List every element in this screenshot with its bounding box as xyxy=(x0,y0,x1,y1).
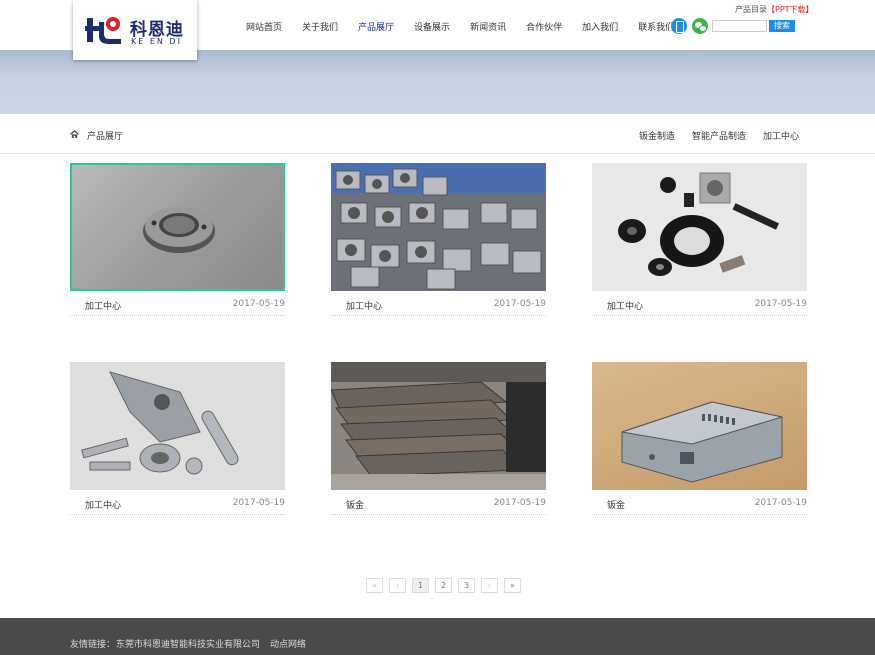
product-image[interactable] xyxy=(331,362,546,490)
nav-item-join[interactable]: 加入我们 xyxy=(572,20,628,33)
product-name[interactable]: 加工中心 xyxy=(346,299,382,312)
product-card[interactable]: 加工中心 2017-05-19 xyxy=(592,163,807,318)
product-image[interactable] xyxy=(331,163,546,291)
product-date: 2017-05-19 xyxy=(232,498,285,508)
footer-link-company[interactable]: 东莞市科恩迪智能科技实业有限公司 xyxy=(116,637,260,650)
product-card[interactable]: 钣金 2017-05-19 xyxy=(592,362,807,517)
pagination-next-button[interactable]: › xyxy=(481,578,498,593)
site-header: 科恩迪 KE EN DI 网站首页 关于我们 产品展厅 设备展示 新闻资讯 合作… xyxy=(0,0,875,60)
product-name[interactable]: 加工中心 xyxy=(85,299,121,312)
card-divider xyxy=(592,514,807,515)
pagination-first-button[interactable]: « xyxy=(366,578,383,593)
pagination: « ‹ 1 2 3 › » xyxy=(366,578,527,593)
page-title: 产品展厅 xyxy=(87,132,124,142)
sheet-metal-stack-image xyxy=(331,362,546,490)
product-date: 2017-05-19 xyxy=(493,498,546,508)
subnav-item-smart-products[interactable]: 智能产品制造 xyxy=(692,129,746,142)
home-icon[interactable] xyxy=(70,130,79,138)
subnav-item-machining[interactable]: 加工中心 xyxy=(763,129,799,142)
card-divider xyxy=(70,315,285,316)
card-divider xyxy=(592,315,807,316)
subnav-item-sheet-metal[interactable]: 钣金制造 xyxy=(639,129,675,142)
nav-item-partners[interactable]: 合作伙伴 xyxy=(516,20,572,33)
product-name[interactable]: 加工中心 xyxy=(85,498,121,511)
catalog-label: 产品目录 xyxy=(735,5,767,14)
product-image[interactable] xyxy=(70,163,285,291)
product-name[interactable]: 钣金 xyxy=(607,498,625,511)
product-card[interactable]: 钣金 2017-05-19 xyxy=(331,362,546,517)
product-name[interactable]: 钣金 xyxy=(346,498,364,511)
aluminum-parts-image xyxy=(81,371,239,475)
footer-link-dongdian[interactable]: 动点网络 xyxy=(270,637,306,650)
card-divider xyxy=(70,514,285,515)
pagination-prev-button[interactable]: ‹ xyxy=(389,578,406,593)
metal-enclosure-image xyxy=(621,401,783,483)
wechat-icon[interactable] xyxy=(692,18,708,34)
mobile-icon[interactable] xyxy=(671,18,687,34)
logo[interactable]: 科恩迪 KE EN DI xyxy=(73,0,197,60)
product-image[interactable] xyxy=(592,362,807,490)
card-divider xyxy=(331,514,546,515)
card-divider xyxy=(331,315,546,316)
ppt-download-link[interactable]: 【PPT下载】 xyxy=(767,5,814,14)
pagination-page-3[interactable]: 3 xyxy=(458,578,475,593)
pagination-page-1[interactable]: 1 xyxy=(412,578,429,593)
logo-mark-icon xyxy=(85,17,121,44)
friend-links-label: 友情链接： xyxy=(70,640,116,650)
metal-ring-image xyxy=(143,207,215,253)
breadcrumb: 产品展厅 钣金制造 智能产品制造 加工中心 xyxy=(0,114,875,154)
search-button[interactable]: 搜索 xyxy=(769,20,795,32)
pagination-page-2[interactable]: 2 xyxy=(435,578,452,593)
nav-item-products[interactable]: 产品展厅 xyxy=(348,20,404,33)
nav-item-equipment[interactable]: 设备展示 xyxy=(404,20,460,33)
nav-item-home[interactable]: 网站首页 xyxy=(236,20,292,33)
site-footer: 友情链接： 东莞市科恩迪智能科技实业有限公司 动点网络 xyxy=(0,618,875,655)
product-card[interactable]: 加工中心 2017-05-19 xyxy=(70,163,285,318)
top-links: 产品目录【PPT下载】 xyxy=(735,4,814,15)
category-subnav: 钣金制造 智能产品制造 加工中心 xyxy=(622,129,799,142)
product-card[interactable]: 加工中心 2017-05-19 xyxy=(70,362,285,517)
product-date: 2017-05-19 xyxy=(232,299,285,309)
product-card[interactable]: 加工中心 2017-05-19 xyxy=(331,163,546,318)
product-name[interactable]: 加工中心 xyxy=(607,299,643,312)
search-input[interactable] xyxy=(712,20,767,32)
nav-item-news[interactable]: 新闻资讯 xyxy=(460,20,516,33)
product-date: 2017-05-19 xyxy=(493,299,546,309)
logo-text-en: KE EN DI xyxy=(131,37,182,46)
nav-item-about[interactable]: 关于我们 xyxy=(292,20,348,33)
product-date: 2017-05-19 xyxy=(754,299,807,309)
main-nav: 网站首页 关于我们 产品展厅 设备展示 新闻资讯 合作伙伴 加入我们 联系我们 xyxy=(236,20,684,33)
machined-parts-image xyxy=(331,163,546,290)
pagination-last-button[interactable]: » xyxy=(504,578,521,593)
product-image[interactable] xyxy=(70,362,285,490)
black-parts-image xyxy=(618,172,780,276)
product-date: 2017-05-19 xyxy=(754,498,807,508)
product-image[interactable] xyxy=(592,163,807,291)
